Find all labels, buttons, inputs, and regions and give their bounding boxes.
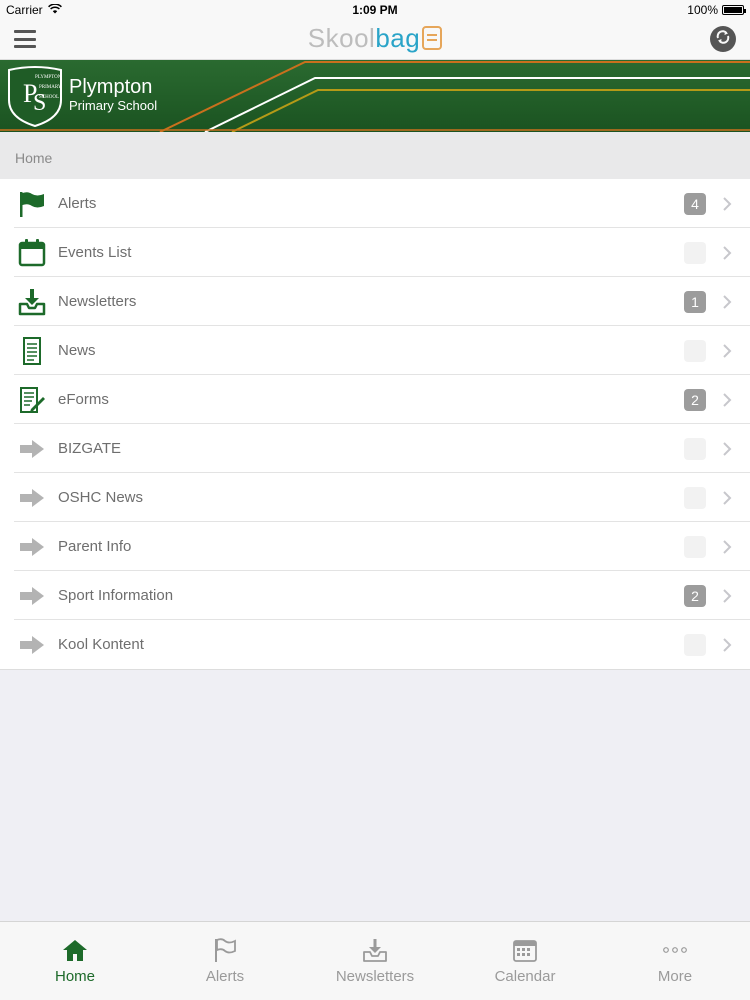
document-icon <box>14 335 50 367</box>
tab-label: More <box>657 968 693 985</box>
chevron-right-icon <box>722 539 732 555</box>
menu-item-label: OSHC News <box>58 489 144 506</box>
arrow-right-icon <box>14 580 50 612</box>
status-left: Carrier <box>6 3 62 17</box>
menu-item-sport-information[interactable]: Sport Information 2 <box>0 571 750 620</box>
menu-item-label: Newsletters <box>58 293 137 310</box>
menu-item-label: Events List <box>58 244 132 261</box>
calendar-icon <box>14 237 50 269</box>
school-banner: P S PLYMPTON PRIMARY SCHOOL Plympton Pri… <box>0 60 750 132</box>
inbox-download-icon <box>14 286 50 318</box>
count-badge: 0 <box>684 535 706 558</box>
chevron-right-icon <box>722 441 732 457</box>
breadcrumb: Home <box>0 132 750 179</box>
flag-icon <box>14 188 50 220</box>
arrow-right-icon <box>14 629 50 661</box>
tab-newsletters[interactable]: Newsletters <box>300 922 450 1000</box>
app-logo: Skoolbag <box>0 23 750 54</box>
chevron-right-icon <box>722 588 732 604</box>
count-badge: 0 <box>684 241 706 264</box>
menu-list: Alerts 4 Events List 0 Newsletters 1 New… <box>0 179 750 670</box>
tab-home[interactable]: Home <box>0 922 150 1000</box>
arrow-right-icon <box>14 531 50 563</box>
schoolbag-icon <box>422 26 443 50</box>
arrow-right-icon <box>14 433 50 465</box>
logo-text-bag: bag <box>375 23 421 53</box>
chevron-right-icon <box>722 294 732 310</box>
crest-text-3: SCHOOL <box>39 95 59 100</box>
count-badge: 4 <box>684 192 706 215</box>
status-right: 100% <box>687 3 746 17</box>
menu-item-newsletters[interactable]: Newsletters 1 <box>0 277 750 326</box>
menu-item-oshc-news[interactable]: OSHC News 0 <box>0 473 750 522</box>
home-icon <box>61 936 89 964</box>
sync-icon <box>714 28 732 50</box>
count-badge: 0 <box>684 339 706 362</box>
menu-item-label: Kool Kontent <box>58 636 144 653</box>
tab-label: Home <box>54 968 95 985</box>
tab-alerts[interactable]: Alerts <box>150 922 300 1000</box>
chevron-right-icon <box>722 196 732 212</box>
status-time: 1:09 PM <box>352 3 398 17</box>
crest-text-2: PRIMARY <box>39 85 62 90</box>
battery-percent: 100% <box>687 3 718 17</box>
flag-icon <box>211 936 239 964</box>
hamburger-line <box>14 30 36 33</box>
tab-bar: Home Alerts Newsletters Calendar More <box>0 921 750 1000</box>
menu-item-label: Parent Info <box>58 538 132 555</box>
hamburger-menu-button[interactable] <box>14 28 36 50</box>
logo-text-skool: Skool <box>307 23 376 53</box>
menu-item-eforms[interactable]: eForms 2 <box>0 375 750 424</box>
count-badge: 2 <box>684 584 706 607</box>
count-badge: 1 <box>684 290 706 313</box>
battery-fill <box>724 7 742 13</box>
inbox-download-icon <box>361 936 389 964</box>
count-badge: 0 <box>684 437 706 460</box>
form-pen-icon <box>14 384 50 416</box>
count-badge: 0 <box>684 633 706 656</box>
menu-item-label: Alerts <box>58 195 97 212</box>
school-crest-icon: P S PLYMPTON PRIMARY SCHOOL <box>8 66 62 128</box>
tab-calendar[interactable]: Calendar <box>450 922 600 1000</box>
menu-item-kool-kontent[interactable]: Kool Kontent 0 <box>0 620 750 669</box>
nav-bar: Skoolbag <box>0 20 750 60</box>
more-dots-icon <box>661 936 689 964</box>
sync-button[interactable] <box>710 26 736 52</box>
wifi-icon <box>47 3 62 17</box>
battery-icon <box>722 5 746 15</box>
crest-text-1: PLYMPTON <box>35 75 62 80</box>
tab-more[interactable]: More <box>600 922 750 1000</box>
svg-text:S: S <box>33 90 46 116</box>
menu-item-events-list[interactable]: Events List 0 <box>0 228 750 277</box>
menu-item-bizgate[interactable]: BIZGATE 0 <box>0 424 750 473</box>
school-name-line2: Primary School <box>69 98 158 113</box>
chevron-right-icon <box>722 637 732 653</box>
hamburger-line <box>14 37 36 41</box>
menu-item-label: eForms <box>58 391 109 408</box>
tab-label: Calendar <box>494 968 556 985</box>
tab-label: Alerts <box>205 968 245 985</box>
menu-item-label: News <box>58 342 96 359</box>
count-badge: 2 <box>684 388 706 411</box>
status-bar: Carrier 1:09 PM 100% <box>0 0 750 20</box>
calendar-icon <box>511 936 539 964</box>
count-badge: 0 <box>684 486 706 509</box>
arrow-right-icon <box>14 482 50 514</box>
hamburger-line <box>14 45 36 48</box>
menu-item-alerts[interactable]: Alerts 4 <box>0 179 750 228</box>
school-name-line1: Plympton <box>69 76 153 98</box>
chevron-right-icon <box>722 343 732 359</box>
menu-item-news[interactable]: News 0 <box>0 326 750 375</box>
school-name: Plympton Primary School <box>69 76 157 113</box>
chevron-right-icon <box>722 245 732 261</box>
chevron-right-icon <box>722 392 732 408</box>
menu-item-label: Sport Information <box>58 587 174 604</box>
chevron-right-icon <box>722 490 732 506</box>
tab-label: Newsletters <box>335 968 415 985</box>
menu-item-label: BIZGATE <box>58 440 122 457</box>
carrier-label: Carrier <box>6 3 43 17</box>
menu-item-parent-info[interactable]: Parent Info 0 <box>0 522 750 571</box>
